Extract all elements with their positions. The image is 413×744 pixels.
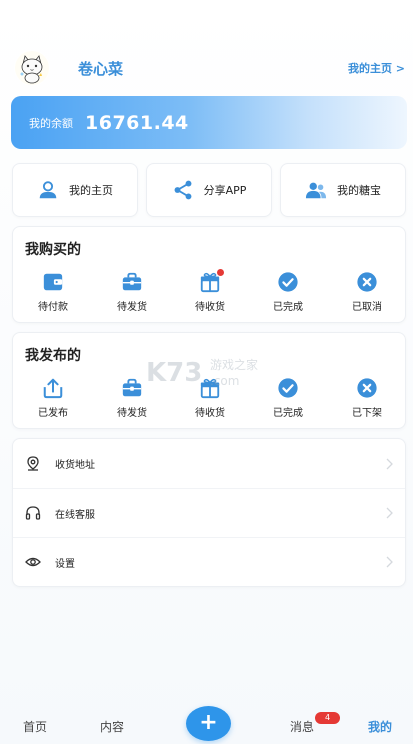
status-label: 待发货 bbox=[117, 302, 147, 313]
share-icon bbox=[174, 180, 192, 200]
status-label: 已完成 bbox=[273, 302, 303, 313]
check-circle-icon bbox=[278, 272, 298, 292]
status-label: 待付款 bbox=[38, 302, 68, 313]
tab-home[interactable]: 首页 bbox=[23, 718, 47, 735]
section-title: 我购买的 bbox=[25, 242, 81, 258]
headset-icon bbox=[25, 506, 41, 520]
create-post-button[interactable]: + bbox=[186, 706, 231, 741]
my-homepage-link[interactable]: 我的主页 > bbox=[348, 60, 405, 76]
menu-online-support[interactable]: 在线客服 bbox=[13, 488, 405, 537]
location-icon bbox=[27, 455, 39, 471]
status-label: 待收货 bbox=[195, 302, 225, 313]
balance-value: 16761.44 bbox=[85, 111, 189, 134]
quick-label: 分享APP bbox=[203, 184, 247, 197]
status-label: 待发货 bbox=[117, 408, 147, 419]
watermark-k73: K73 bbox=[146, 358, 202, 388]
eye-icon bbox=[25, 557, 41, 567]
quick-my-tangbao-button[interactable]: 我的糖宝 bbox=[280, 163, 406, 217]
menu-settings[interactable]: 设置 bbox=[13, 537, 405, 586]
menu-label: 收货地址 bbox=[55, 460, 95, 471]
username: 卷心菜 bbox=[78, 59, 124, 78]
avatar[interactable] bbox=[14, 50, 50, 86]
x-circle-icon bbox=[357, 272, 377, 292]
messages-badge: 4 bbox=[315, 712, 340, 724]
check-circle-icon bbox=[278, 378, 298, 398]
menu-label: 在线客服 bbox=[55, 509, 95, 521]
box-icon bbox=[122, 272, 142, 291]
box-icon bbox=[122, 378, 142, 397]
status-label: 已下架 bbox=[352, 408, 382, 419]
purchased-section: 我购买的 待付款 待发货 待收货 已完成 已取消 bbox=[12, 226, 406, 323]
status-label: 待收货 bbox=[195, 408, 225, 419]
menu-shipping-address[interactable]: 收货地址 bbox=[13, 439, 405, 488]
chevron-right-icon bbox=[386, 458, 393, 469]
quick-actions: 我的主页 分享APP 我的糖宝 bbox=[12, 163, 406, 217]
published-delisted[interactable]: 已下架 bbox=[337, 377, 397, 419]
wallet-icon bbox=[43, 273, 63, 291]
balance-label: 我的余额 bbox=[29, 116, 73, 130]
purchased-pending-receipt[interactable]: 待收货 bbox=[180, 269, 240, 313]
user-icon bbox=[39, 181, 57, 199]
profile-header: 卷心菜 我的主页 > bbox=[14, 50, 405, 86]
quick-my-homepage-button[interactable]: 我的主页 bbox=[12, 163, 138, 217]
quick-label: 我的糖宝 bbox=[337, 184, 381, 197]
purchased-completed[interactable]: 已完成 bbox=[258, 271, 318, 313]
chevron-right-icon bbox=[386, 556, 393, 568]
watermark: K73 游戏之家 .com bbox=[146, 357, 258, 388]
tab-messages[interactable]: 消息 bbox=[290, 718, 314, 735]
published-published[interactable]: 已发布 bbox=[23, 377, 83, 419]
purchased-cancelled[interactable]: 已取消 bbox=[337, 271, 397, 313]
quick-share-app-button[interactable]: 分享APP bbox=[146, 163, 272, 217]
purchased-pending-payment[interactable]: 待付款 bbox=[23, 271, 83, 313]
chevron-right-icon bbox=[386, 507, 393, 519]
notification-dot bbox=[217, 269, 224, 276]
balance-card[interactable]: 我的余额 16761.44 bbox=[11, 96, 407, 149]
upload-icon bbox=[43, 378, 63, 399]
status-label: 已发布 bbox=[38, 408, 68, 419]
status-label: 已取消 bbox=[352, 302, 382, 313]
status-label: 已完成 bbox=[273, 408, 303, 419]
quick-label: 我的主页 bbox=[69, 184, 113, 197]
tab-content[interactable]: 内容 bbox=[100, 718, 124, 735]
menu-label: 设置 bbox=[55, 558, 75, 570]
cat-avatar-icon bbox=[15, 51, 49, 85]
purchased-pending-shipment[interactable]: 待发货 bbox=[102, 271, 162, 313]
watermark-com: .com bbox=[210, 374, 239, 388]
section-title: 我发布的 bbox=[25, 348, 81, 364]
plus-icon: + bbox=[199, 709, 218, 735]
users-icon bbox=[305, 182, 327, 199]
settings-menu: 收货地址 在线客服 设置 bbox=[12, 438, 406, 587]
x-circle-icon bbox=[357, 378, 377, 398]
watermark-cn: 游戏之家 bbox=[210, 357, 258, 372]
tab-mine[interactable]: 我的 bbox=[368, 718, 392, 735]
